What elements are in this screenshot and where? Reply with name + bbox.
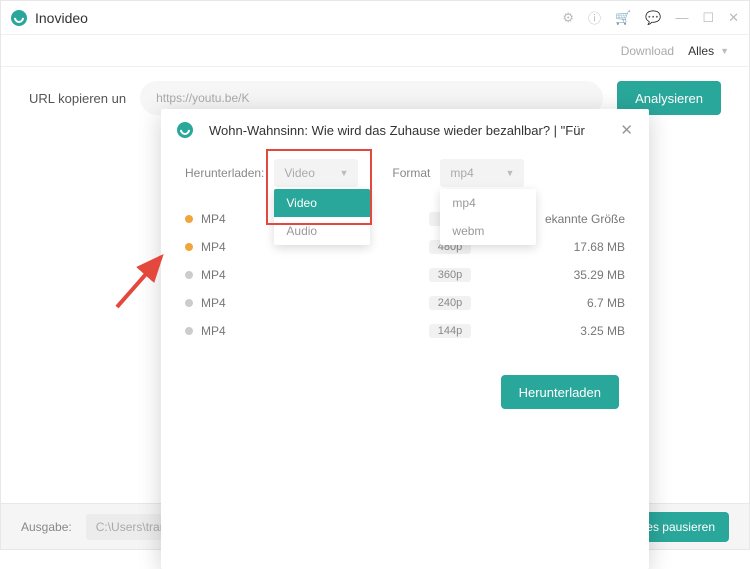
format-option-webm[interactable]: webm [440, 217, 536, 245]
modal-logo-icon [177, 122, 193, 138]
format-option-mp4[interactable]: mp4 [440, 189, 536, 217]
list-item[interactable]: MP4 240p 6.7 MB [179, 289, 631, 317]
row-size: 35.29 MB [495, 268, 625, 282]
chevron-down-icon: ▼ [339, 168, 348, 178]
row-format: MP4 [201, 212, 261, 226]
chevron-down-icon: ▼ [720, 46, 729, 56]
row-format: MP4 [201, 240, 261, 254]
cart-icon[interactable]: 🛒 [615, 10, 631, 26]
row-size: 6.7 MB [495, 296, 625, 310]
info-icon[interactable]: ⓘ [588, 8, 601, 27]
download-type-label: Herunterladen: [185, 166, 264, 180]
list-item[interactable]: MP4 360p 35.29 MB [179, 261, 631, 289]
app-name: Inovideo [35, 10, 562, 26]
chevron-down-icon: ▼ [505, 168, 514, 178]
select-dot-icon [185, 327, 193, 335]
row-format: MP4 [201, 324, 261, 338]
list-item[interactable]: MP472ekannte Größe [179, 205, 631, 233]
modal-title: Wohn-Wahnsinn: Wie wird das Zuhause wied… [209, 123, 612, 138]
tabs-bar: Download Alles ▼ [1, 35, 749, 67]
format-list: MP472ekannte GrößeMP4480p17.68 MBMP4360p… [161, 193, 649, 345]
row-size: 3.25 MB [495, 324, 625, 338]
row-resolution: 144p [429, 324, 471, 338]
modal-close-icon[interactable]: ✕ [620, 121, 633, 139]
maximize-icon[interactable]: ☐ [702, 10, 714, 26]
format-select[interactable]: mp4 ▼ mp4 webm [440, 159, 524, 187]
main-area: URL kopieren un https://youtu.be/K Analy… [1, 67, 749, 503]
close-icon[interactable]: ✕ [728, 10, 739, 26]
tab-alles[interactable]: Alles ▼ [688, 44, 729, 58]
download-button[interactable]: Herunterladen [501, 375, 619, 409]
select-dot-icon [185, 215, 193, 223]
url-input-text: https://youtu.be/K [156, 91, 249, 105]
select-dot-icon [185, 299, 193, 307]
download-type-value: Video [284, 166, 314, 180]
output-label: Ausgabe: [21, 520, 72, 534]
minimize-icon[interactable]: — [675, 10, 688, 25]
format-label: Format [392, 166, 430, 180]
tab-download-label: Download [621, 44, 674, 58]
row-resolution: 360p [429, 268, 471, 282]
settings-icon[interactable]: ⚙ [562, 10, 574, 26]
download-type-option-video[interactable]: Video [274, 189, 370, 217]
tab-download[interactable]: Download [621, 44, 674, 58]
row-resolution: 240p [429, 296, 471, 310]
row-format: MP4 [201, 296, 261, 310]
list-item[interactable]: MP4480p17.68 MB [179, 233, 631, 261]
app-logo-icon [11, 10, 27, 26]
row-format: MP4 [201, 268, 261, 282]
format-value: mp4 [450, 166, 473, 180]
download-type-select[interactable]: Video ▼ Video Audio [274, 159, 358, 187]
download-type-option-audio[interactable]: Audio [274, 217, 370, 245]
chat-icon[interactable]: 💬 [645, 10, 661, 26]
titlebar: Inovideo ⚙ ⓘ 🛒 💬 — ☐ ✕ [1, 1, 749, 35]
select-dot-icon [185, 271, 193, 279]
select-dot-icon [185, 243, 193, 251]
list-item[interactable]: MP4 144p 3.25 MB [179, 317, 631, 345]
url-label: URL kopieren un [29, 91, 126, 106]
download-modal: Wohn-Wahnsinn: Wie wird das Zuhause wied… [161, 109, 649, 569]
tab-alles-label: Alles [688, 44, 714, 58]
